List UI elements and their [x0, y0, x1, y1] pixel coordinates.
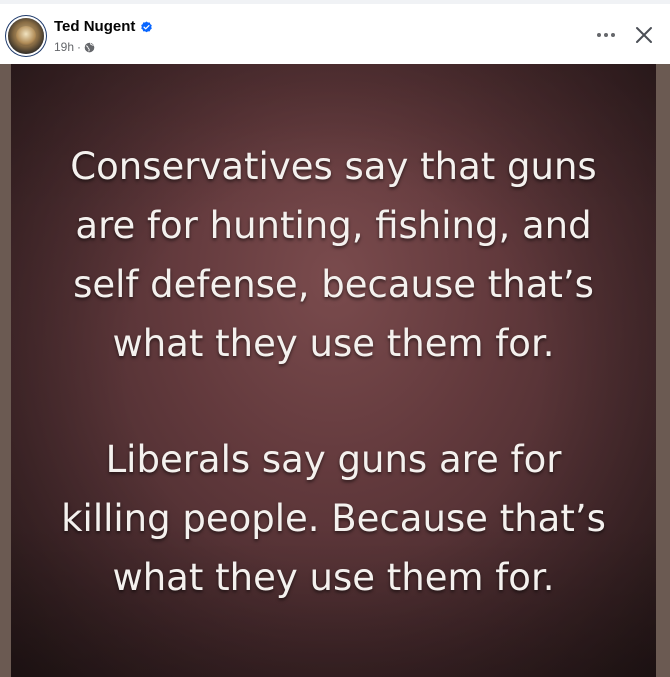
meta-separator: ·: [77, 40, 82, 54]
author-name[interactable]: Ted Nugent: [54, 18, 135, 36]
quote-line: Conservatives say that guns: [70, 145, 597, 188]
quote-line: killing people. Because that’s: [61, 497, 606, 540]
quote-line: are for hunting, fishing, and: [75, 204, 592, 247]
post-header: Ted Nugent 19h ·: [0, 4, 670, 64]
quote-line: self defense, because that’s: [73, 263, 594, 306]
quote-line: what they use them for.: [112, 556, 555, 599]
post-timestamp[interactable]: 19h: [54, 40, 74, 54]
close-icon: [636, 27, 652, 43]
globe-icon[interactable]: [84, 42, 95, 53]
post-meta: 19h ·: [54, 40, 95, 54]
avatar[interactable]: [8, 18, 44, 54]
close-button[interactable]: [626, 19, 662, 51]
verified-badge-icon: [141, 20, 153, 32]
quote-paragraph-2: Liberals say guns are for killing people…: [11, 430, 656, 607]
author-row: Ted Nugent: [54, 18, 153, 36]
quote-paragraph-1: Conservatives say that guns are for hunt…: [11, 137, 656, 373]
quote-line: Liberals say guns are for: [105, 438, 562, 481]
quote-line: what they use them for.: [112, 322, 555, 365]
more-options-icon: [597, 33, 615, 37]
more-options-button[interactable]: [588, 20, 624, 50]
post-image[interactable]: Conservatives say that guns are for hunt…: [0, 64, 670, 677]
meme-background: Conservatives say that guns are for hunt…: [11, 64, 656, 677]
avatar-photo: [16, 26, 36, 46]
